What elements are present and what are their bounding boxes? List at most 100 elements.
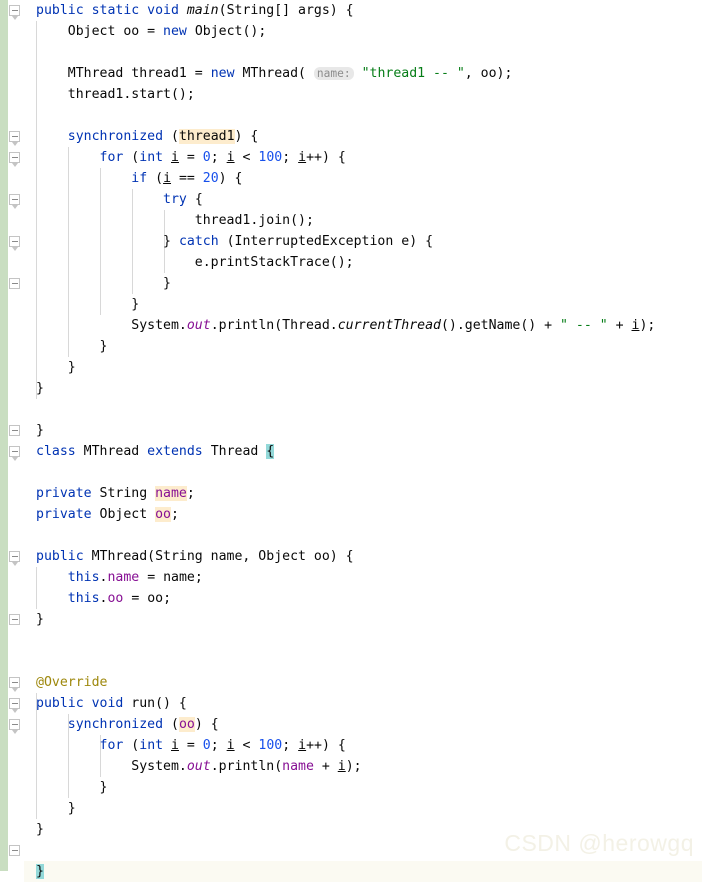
code-token: new [210, 66, 243, 81]
code-line[interactable]: public MThread(String name, Object oo) { [0, 546, 354, 567]
code-line[interactable]: try { [0, 189, 203, 210]
code-line[interactable]: this.oo = oo; [0, 588, 171, 609]
vcs-modified-marker[interactable] [0, 214, 8, 871]
code-line[interactable]: for (int i = 0; i < 100; i++) { [0, 735, 346, 756]
code-token: 100 [258, 738, 283, 753]
code-token: ++) { [306, 150, 346, 165]
code-token: oo [107, 591, 124, 606]
code-token: this [67, 591, 100, 606]
code-token: synchronized [67, 717, 171, 732]
code-line-text: public MThread(String name, Object oo) { [0, 546, 354, 567]
code-line[interactable]: thread1.start(); [0, 84, 195, 105]
code-line[interactable]: } [0, 273, 171, 294]
fold-collapse-icon[interactable] [9, 551, 20, 566]
fold-collapse-icon[interactable] [9, 698, 20, 713]
code-line[interactable]: MThread thread1 = new MThread( name: "th… [0, 63, 513, 84]
code-editor[interactable]: public static void main(String[] args) {… [0, 0, 702, 882]
code-line[interactable]: private Object oo; [0, 504, 179, 525]
code-token: + [313, 759, 338, 774]
code-token: (InterruptedException e) { [226, 234, 434, 249]
fold-collapse-icon[interactable] [9, 614, 20, 625]
code-line[interactable]: private String name; [0, 483, 195, 504]
code-line[interactable]: class MThread extends Thread { [0, 441, 275, 462]
fold-collapse-icon[interactable] [9, 5, 20, 20]
code-line[interactable]: } catch (InterruptedException e) { [0, 231, 433, 252]
code-line[interactable]: synchronized (thread1) { [0, 126, 258, 147]
code-token: out [186, 759, 211, 774]
code-token: ; [171, 507, 179, 522]
fold-collapse-icon[interactable] [9, 425, 20, 436]
code-line[interactable]: synchronized (oo) { [0, 714, 219, 735]
editor-gutter[interactable] [0, 0, 24, 871]
code-token: ); [639, 318, 656, 333]
code-token: thread1 [178, 129, 235, 144]
fold-collapse-icon[interactable] [9, 194, 20, 209]
code-line[interactable]: System.out.println(name + i); [0, 756, 361, 777]
code-token: ; [282, 150, 299, 165]
code-token: } [67, 360, 76, 375]
code-token: for [99, 150, 132, 165]
code-token: 0 [202, 150, 211, 165]
code-token: void [147, 3, 187, 18]
code-token: ; [282, 738, 299, 753]
code-token: oo [178, 717, 195, 732]
code-token: private [36, 507, 100, 522]
code-token: = [178, 738, 203, 753]
code-line[interactable]: e.printStackTrace(); [0, 252, 354, 273]
code-line[interactable]: this.name = name; [0, 567, 203, 588]
code-line[interactable]: public static void main(String[] args) { [0, 0, 354, 21]
code-token: for [99, 738, 132, 753]
code-line[interactable]: thread1.join(); [0, 210, 314, 231]
code-token: i [171, 150, 179, 165]
code-token: 0 [202, 738, 211, 753]
code-token: String [99, 486, 156, 501]
code-token: name [155, 486, 187, 501]
code-line[interactable]: Object oo = new Object(); [0, 21, 267, 42]
fold-collapse-icon[interactable] [9, 446, 20, 461]
code-token: } [67, 801, 76, 816]
code-token: } [99, 780, 108, 795]
code-token: i [337, 759, 346, 774]
code-line-text: if (i == 20) { [0, 168, 243, 189]
code-token: i [226, 738, 235, 753]
code-token: { [266, 444, 275, 459]
code-line-text: private String name; [0, 483, 195, 504]
code-line-text: this.name = name; [0, 567, 203, 588]
fold-collapse-icon[interactable] [9, 278, 20, 289]
fold-collapse-icon[interactable] [9, 845, 20, 856]
code-text-area[interactable]: public static void main(String[] args) {… [0, 0, 702, 879]
code-token: "thread1 -- " [361, 66, 465, 81]
code-token: ) { [218, 171, 243, 186]
code-line-text: synchronized (oo) { [0, 714, 219, 735]
code-token: thread1.join(); [194, 213, 314, 228]
code-token: 20 [202, 171, 219, 186]
code-token: ++) { [306, 738, 346, 753]
code-token: = [178, 150, 203, 165]
code-token: MThread [83, 444, 148, 459]
code-token: " -- " [560, 318, 608, 333]
code-token: ; [210, 738, 227, 753]
code-token: public [36, 696, 92, 711]
code-token: int [139, 738, 172, 753]
code-line[interactable]: System.out.println(Thread.currentThread(… [0, 315, 655, 336]
code-token: (String[] args) { [218, 3, 354, 18]
fold-collapse-icon[interactable] [9, 236, 20, 251]
csdn-watermark: CSDN @herowgq [504, 830, 694, 856]
code-token: + [607, 318, 632, 333]
fold-collapse-icon[interactable] [9, 719, 20, 734]
vcs-modified-marker[interactable] [0, 0, 8, 214]
code-token: System. [131, 759, 187, 774]
code-token: int [139, 150, 172, 165]
code-line[interactable]: for (int i = 0; i < 100; i++) { [0, 147, 346, 168]
code-token: == [171, 171, 203, 186]
code-line[interactable]: if (i == 20) { [0, 168, 243, 189]
code-token: Object oo = [67, 24, 164, 39]
fold-collapse-icon[interactable] [9, 677, 20, 692]
code-line-text: System.out.println(Thread.currentThread(… [0, 315, 655, 336]
code-token: i [298, 738, 307, 753]
fold-collapse-icon[interactable] [9, 152, 20, 167]
code-token: = name; [139, 570, 203, 585]
code-line[interactable]: public void run() { [0, 693, 187, 714]
code-token: } [163, 234, 179, 249]
fold-collapse-icon[interactable] [9, 131, 20, 146]
